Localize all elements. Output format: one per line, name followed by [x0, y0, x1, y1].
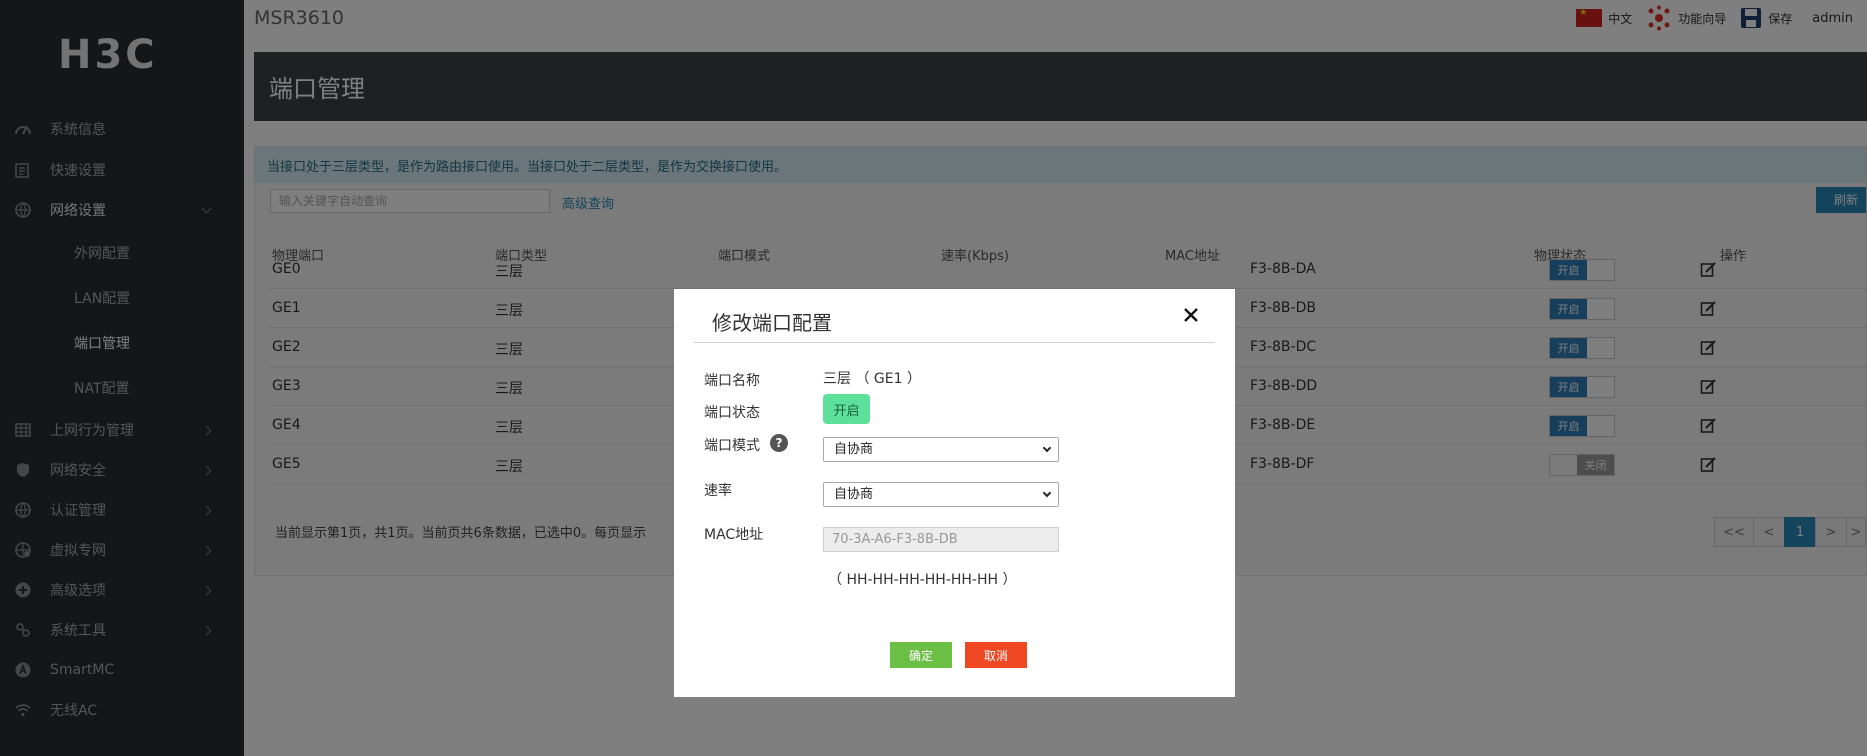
chevron-down-icon — [1042, 443, 1052, 453]
port-mode-value: 自协商 — [834, 442, 874, 457]
port-name-label: 端口名称 — [704, 373, 760, 389]
dialog-title: 修改端口配置 — [712, 311, 832, 335]
speed-select[interactable]: 自协商 — [823, 482, 1059, 507]
port-name-value: 三层 （ GE1 ） — [823, 371, 921, 387]
mac-input[interactable]: 70-3A-A6-F3-8B-DB — [823, 527, 1059, 552]
help-icon[interactable]: ? — [770, 434, 788, 452]
mac-label: MAC地址 — [704, 527, 764, 543]
edit-port-dialog: 修改端口配置 端口名称 三层 （ GE1 ） 端口状态 开启 端口模式 ? 自协… — [674, 289, 1235, 697]
close-icon[interactable] — [1180, 304, 1202, 326]
speed-value: 自协商 — [834, 487, 874, 502]
port-state-label: 端口状态 — [704, 405, 760, 421]
speed-label: 速率 — [704, 483, 732, 499]
dialog-divider — [694, 342, 1215, 343]
cancel-button[interactable]: 取消 — [965, 642, 1027, 668]
port-state-toggle[interactable]: 开启 — [823, 394, 870, 424]
port-mode-select[interactable]: 自协商 — [823, 437, 1059, 462]
mac-format-hint: （ HH-HH-HH-HH-HH-HH ） — [828, 572, 1017, 588]
chevron-down-icon — [1042, 488, 1052, 498]
port-mode-label: 端口模式 — [704, 438, 760, 454]
confirm-button[interactable]: 确定 — [890, 642, 952, 668]
